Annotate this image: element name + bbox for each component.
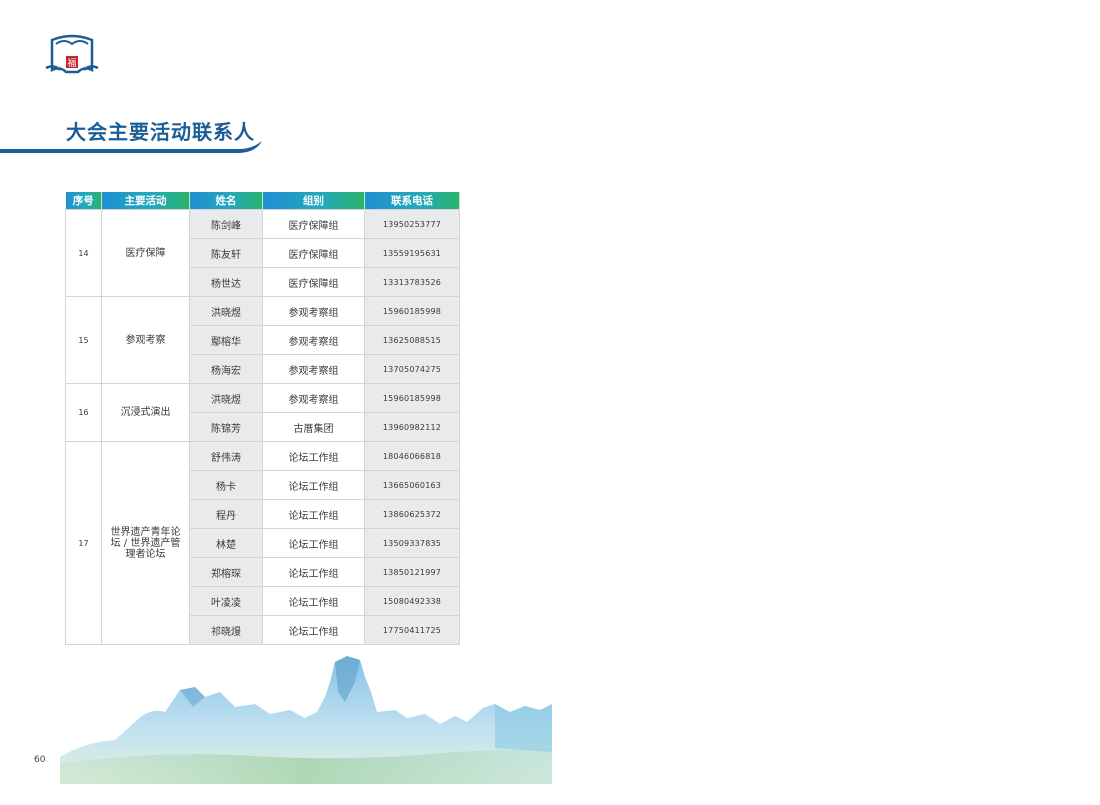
phone-cell: 13509337835: [364, 528, 460, 558]
name-cell: 程丹: [189, 499, 263, 529]
phone-cell: 15960185998: [364, 383, 460, 413]
seq-cell: 14: [65, 209, 102, 297]
activity-cell: 沉浸式演出: [101, 383, 190, 442]
phone-cell: 13665060163: [364, 470, 460, 500]
group-cell: 论坛工作组: [262, 557, 365, 587]
name-cell: 舒伟涛: [189, 441, 263, 471]
name-cell: 叶凌凌: [189, 586, 263, 616]
seq-cell: 15: [65, 296, 102, 384]
group-cell: 论坛工作组: [262, 441, 365, 471]
name-cell: 杨世达: [189, 267, 263, 297]
mountain-landscape-illustration: [60, 656, 552, 784]
page-number: 60: [34, 755, 46, 765]
phone-cell: 13313783526: [364, 267, 460, 297]
group-cell: 医疗保障组: [262, 209, 365, 239]
phone-cell: 13559195631: [364, 238, 460, 268]
name-cell: 杨海宏: [189, 354, 263, 384]
name-cell: 陈友轩: [189, 238, 263, 268]
table-row: 17 世界遗产青年论坛 / 世界遗产管理者论坛 舒伟涛 论坛工作组 180460…: [65, 441, 460, 645]
group-cell: 医疗保障组: [262, 238, 365, 268]
name-cell: 祁晓熳: [189, 615, 263, 645]
table-row: 14 医疗保障 陈剑峰 医疗保障组 13950253777: [65, 209, 460, 297]
title-underline: [0, 141, 262, 153]
group-cell: 古厝集团: [262, 412, 365, 442]
name-cell: 郑榕琛: [189, 557, 263, 587]
header-seq: 序号: [65, 192, 102, 210]
phone-cell: 13625088515: [364, 325, 460, 355]
group-cell: 论坛工作组: [262, 499, 365, 529]
group-cell: 参观考察组: [262, 383, 365, 413]
phone-cell: 13705074275: [364, 354, 460, 384]
header-phone: 联系电话: [364, 192, 460, 210]
group-cell: 参观考察组: [262, 296, 365, 326]
phone-cell: 17750411725: [364, 615, 460, 645]
group-cell: 论坛工作组: [262, 615, 365, 645]
phone-cell: 13950253777: [364, 209, 460, 239]
name-cell: 洪晓煜: [189, 296, 263, 326]
group-cell: 参观考察组: [262, 325, 365, 355]
phone-cell: 13860625372: [364, 499, 460, 529]
activity-cell: 参观考察: [101, 296, 190, 384]
group-cell: 参观考察组: [262, 354, 365, 384]
phone-cell: 15960185998: [364, 296, 460, 326]
phone-cell: 15080492338: [364, 586, 460, 616]
group-cell: 论坛工作组: [262, 528, 365, 558]
fu-emblem-icon: 福: [45, 34, 99, 74]
seq-cell: 16: [65, 383, 102, 442]
header-activity: 主要活动: [101, 192, 190, 210]
group-cell: 论坛工作组: [262, 586, 365, 616]
name-cell: 陈剑峰: [189, 209, 263, 239]
group-cell: 论坛工作组: [262, 470, 365, 500]
svg-text:福: 福: [67, 57, 76, 69]
activity-cell: 医疗保障: [101, 209, 190, 297]
name-cell: 洪晓煜: [189, 383, 263, 413]
name-cell: 林楚: [189, 528, 263, 558]
seq-cell: 17: [65, 441, 102, 645]
name-cell: 鄢榕华: [189, 325, 263, 355]
table-row: 16 沉浸式演出 洪晓煜 参观考察组 15960185998: [65, 383, 460, 442]
phone-cell: 18046066818: [364, 441, 460, 471]
table-row: 15 参观考察 洪晓煜 参观考察组 15960185998: [65, 296, 460, 384]
group-cell: 医疗保障组: [262, 267, 365, 297]
header-group: 组别: [262, 192, 365, 210]
phone-cell: 13960982112: [364, 412, 460, 442]
table-header-row: 序号 主要活动 姓名 组别 联系电话: [65, 192, 460, 210]
phone-cell: 13850121997: [364, 557, 460, 587]
name-cell: 杨卡: [189, 470, 263, 500]
activity-cell: 世界遗产青年论坛 / 世界遗产管理者论坛: [101, 441, 190, 645]
header-name: 姓名: [189, 192, 263, 210]
contacts-table: 序号 主要活动 姓名 组别 联系电话 14 医疗保障 陈剑峰 医疗保障组 139…: [65, 192, 460, 645]
name-cell: 陈锦芳: [189, 412, 263, 442]
